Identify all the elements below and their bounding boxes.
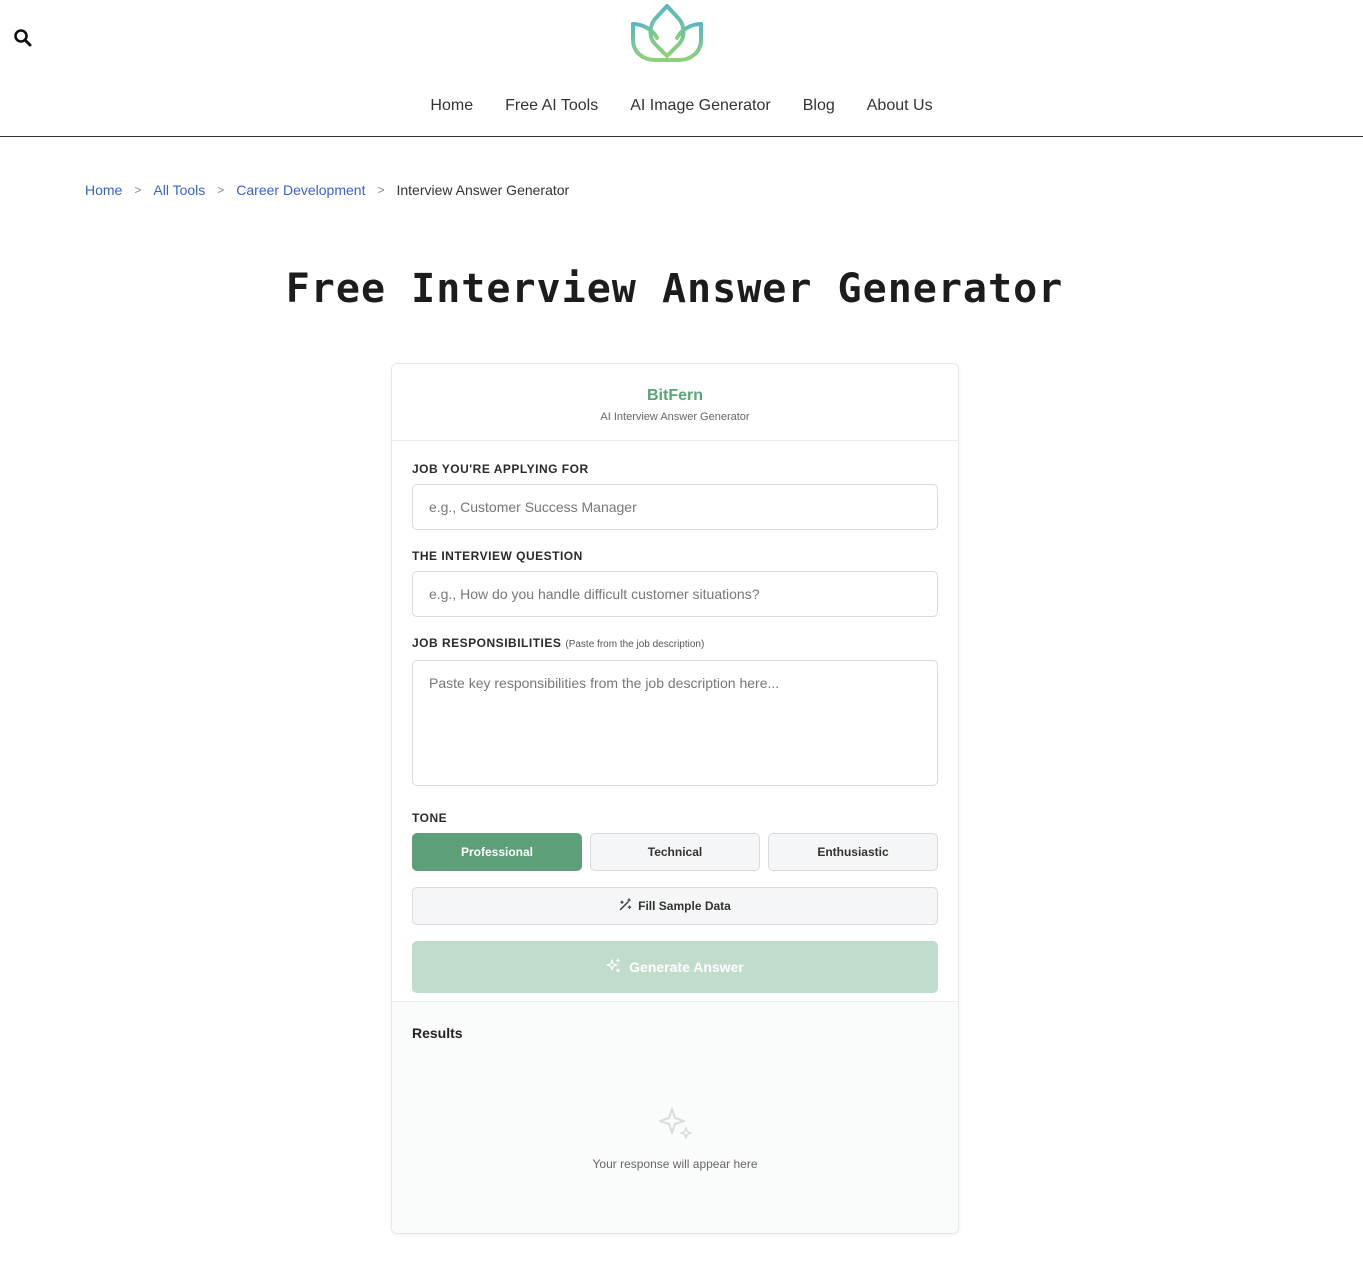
responsibilities-label-text: JOB RESPONSIBILITIES bbox=[412, 636, 562, 650]
nav-ai-image-generator[interactable]: AI Image Generator bbox=[614, 94, 787, 118]
site-header: Home Free AI Tools AI Image Generator Bl… bbox=[0, 0, 1363, 137]
main-nav: Home Free AI Tools AI Image Generator Bl… bbox=[0, 94, 1363, 118]
fill-sample-data-button[interactable]: Fill Sample Data bbox=[412, 887, 938, 925]
breadcrumb-all-tools[interactable]: All Tools bbox=[153, 180, 205, 200]
job-input[interactable] bbox=[412, 484, 938, 530]
tone-selector: Professional Technical Enthusiastic bbox=[412, 833, 938, 871]
generator-card: BitFern AI Interview Answer Generator JO… bbox=[391, 363, 959, 1234]
results-empty-state: Your response will appear here bbox=[392, 1104, 958, 1171]
card-header: BitFern AI Interview Answer Generator bbox=[392, 364, 958, 441]
responsibilities-label: JOB RESPONSIBILITIES (Paste from the job … bbox=[412, 635, 938, 653]
sparkle-icon bbox=[656, 1108, 694, 1146]
responsibilities-textarea[interactable] bbox=[412, 660, 938, 786]
generate-answer-label: Generate Answer bbox=[629, 959, 744, 975]
results-title: Results bbox=[412, 1025, 463, 1041]
results-panel: Results Your response will appear here bbox=[392, 1001, 958, 1233]
logo-leaf-icon[interactable] bbox=[629, 2, 705, 76]
sparkle-icon bbox=[606, 958, 621, 976]
breadcrumb-separator: > bbox=[217, 183, 225, 197]
generate-answer-button[interactable]: Generate Answer bbox=[412, 941, 938, 993]
page-title: Free Interview Answer Generator bbox=[285, 266, 1064, 312]
tone-enthusiastic-button[interactable]: Enthusiastic bbox=[768, 833, 938, 871]
card-subtitle: AI Interview Answer Generator bbox=[600, 411, 750, 423]
job-label: JOB YOU'RE APPLYING FOR bbox=[412, 462, 589, 476]
nav-blog[interactable]: Blog bbox=[787, 94, 851, 118]
question-label: THE INTERVIEW QUESTION bbox=[412, 549, 583, 563]
breadcrumb-career-development[interactable]: Career Development bbox=[236, 180, 365, 200]
fill-sample-data-label: Fill Sample Data bbox=[638, 899, 731, 913]
search-icon[interactable] bbox=[13, 28, 33, 48]
responsibilities-hint: (Paste from the job description) bbox=[565, 639, 705, 650]
breadcrumb: Home > All Tools > Career Development > … bbox=[85, 180, 569, 200]
question-input[interactable] bbox=[412, 571, 938, 617]
nav-free-ai-tools[interactable]: Free AI Tools bbox=[489, 94, 614, 118]
breadcrumb-current: Interview Answer Generator bbox=[396, 182, 570, 198]
magic-wand-icon bbox=[619, 898, 632, 914]
form-body: JOB YOU'RE APPLYING FOR THE INTERVIEW QU… bbox=[392, 441, 958, 993]
tone-professional-button[interactable]: Professional bbox=[412, 833, 582, 871]
results-empty-text: Your response will appear here bbox=[592, 1157, 758, 1171]
nav-home[interactable]: Home bbox=[414, 94, 489, 118]
breadcrumb-home[interactable]: Home bbox=[85, 180, 122, 200]
tone-technical-button[interactable]: Technical bbox=[590, 833, 760, 871]
nav-about-us[interactable]: About Us bbox=[851, 94, 949, 118]
breadcrumb-separator: > bbox=[377, 183, 385, 197]
breadcrumb-separator: > bbox=[134, 183, 142, 197]
brand-name: BitFern bbox=[647, 387, 703, 404]
tone-label: TONE bbox=[412, 811, 448, 825]
